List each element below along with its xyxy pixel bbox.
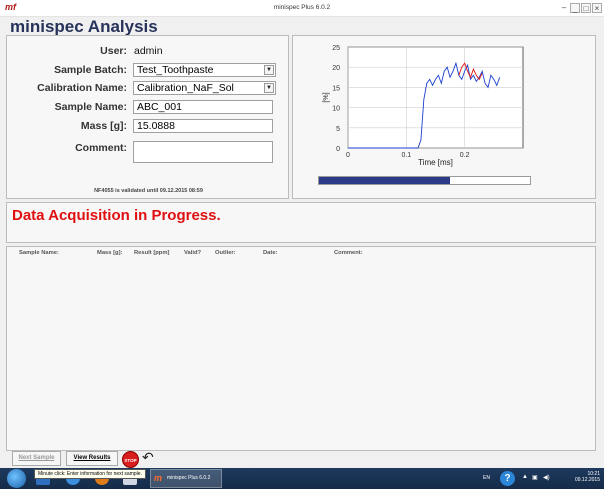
sample-batch-label: Sample Batch: bbox=[54, 64, 127, 76]
y-axis-label: [%] bbox=[323, 92, 330, 102]
clock[interactable]: 10:21 09.12.2015 bbox=[575, 471, 600, 483]
start-button[interactable] bbox=[7, 469, 26, 488]
calibration-name-value: Calibration_NaF_Sol bbox=[137, 82, 234, 94]
window-controls: – _ □ × bbox=[559, 3, 602, 13]
user-value: admin bbox=[134, 45, 163, 57]
sample-form-panel: User: admin Sample Batch: Test_Toothpast… bbox=[6, 35, 289, 199]
column-header-comment: Comment: bbox=[334, 250, 363, 256]
x-tick-label: 0.2 bbox=[460, 152, 470, 159]
action-bar: Next Sample View Results STOP ↶ bbox=[0, 449, 604, 468]
window-title: minispec Plus 6.0.2 bbox=[273, 4, 331, 11]
clock-date: 09.12.2015 bbox=[574, 477, 600, 483]
tray-expand-icon[interactable]: ▲ bbox=[522, 474, 528, 480]
minispec-app-icon: m bbox=[154, 473, 163, 483]
window-titlebar: mf minispec Plus 6.0.2 – _ □ × bbox=[0, 0, 604, 17]
taskbar-app-label: minispec Plus 6.0.2 bbox=[167, 475, 211, 481]
network-icon[interactable]: ▣ bbox=[532, 474, 538, 481]
x-tick-label: 0.1 bbox=[401, 152, 411, 159]
column-header-outlier: Outlier: bbox=[215, 250, 236, 256]
validation-note: NF4055 is validated until 09.12.2015 08:… bbox=[94, 188, 203, 194]
taskbar-app-minispec[interactable]: m minispec Plus 6.0.2 bbox=[150, 469, 222, 488]
progress-bar bbox=[318, 176, 531, 185]
x-tick-label: 0 bbox=[346, 152, 350, 159]
y-tick-label: 5 bbox=[336, 126, 340, 133]
mass-label: Mass [g]: bbox=[80, 120, 127, 132]
y-tick-label: 20 bbox=[332, 65, 340, 72]
y-tick-label: 10 bbox=[332, 106, 340, 113]
sample-name-label: Sample Name: bbox=[54, 101, 127, 113]
column-header-valid: Valid? bbox=[184, 250, 202, 256]
results-table: Sample Name: Mass [g]: Result [ppm] Vali… bbox=[6, 246, 596, 451]
sample-batch-value: Test_Toothpaste bbox=[137, 64, 214, 76]
page-title: minispec Analysis bbox=[10, 17, 158, 36]
progress-fill bbox=[319, 177, 450, 184]
column-header-result: Result [ppm] bbox=[134, 250, 170, 256]
sample-name-field[interactable]: ABC_001 bbox=[133, 100, 273, 114]
y-tick-label: 25 bbox=[332, 45, 340, 52]
close-button[interactable]: × bbox=[592, 3, 602, 13]
signal-chart-panel: 0 5 10 15 20 25 0 0.1 0.2 Time [ms] [%] bbox=[292, 35, 596, 199]
volume-icon[interactable]: ◀) bbox=[543, 474, 550, 481]
calibration-name-label: Calibration Name: bbox=[37, 82, 127, 94]
plot-area bbox=[347, 46, 524, 149]
column-header-sample-name: Sample Name: bbox=[19, 250, 59, 256]
language-indicator[interactable]: EN bbox=[483, 475, 490, 481]
next-sample-button[interactable]: Next Sample bbox=[12, 451, 61, 466]
sample-batch-select[interactable]: Test_Toothpaste ▼ bbox=[133, 63, 276, 77]
x-axis-label: Time [ms] bbox=[418, 158, 453, 167]
status-panel: Data Acquisition in Progress. bbox=[6, 202, 596, 243]
calibration-name-select[interactable]: Calibration_NaF_Sol ▼ bbox=[133, 81, 276, 95]
view-results-button[interactable]: View Results bbox=[66, 451, 118, 466]
mass-field[interactable]: 15.0888 bbox=[133, 119, 273, 133]
status-message: Data Acquisition in Progress. bbox=[12, 207, 221, 224]
column-header-mass: Mass [g]: bbox=[97, 250, 123, 256]
undo-icon[interactable]: ↶ bbox=[142, 449, 154, 466]
minimize-button[interactable]: _ bbox=[570, 3, 580, 13]
maximize-button[interactable]: □ bbox=[581, 3, 591, 13]
chevron-down-icon[interactable]: ▼ bbox=[264, 65, 274, 75]
comment-field[interactable] bbox=[133, 141, 273, 163]
user-label: User: bbox=[100, 45, 127, 57]
chevron-down-icon[interactable]: ▼ bbox=[264, 83, 274, 93]
comment-label: Comment: bbox=[75, 142, 127, 154]
stop-button[interactable]: STOP bbox=[122, 451, 139, 468]
help-icon[interactable]: ? bbox=[500, 471, 515, 486]
next-sample-tooltip: Minute click: Enter information for next… bbox=[34, 469, 146, 479]
y-tick-label: 0 bbox=[336, 146, 340, 153]
column-header-date: Date: bbox=[263, 250, 278, 256]
y-tick-label: 15 bbox=[332, 85, 340, 92]
minimize-icon[interactable]: – bbox=[559, 3, 569, 13]
